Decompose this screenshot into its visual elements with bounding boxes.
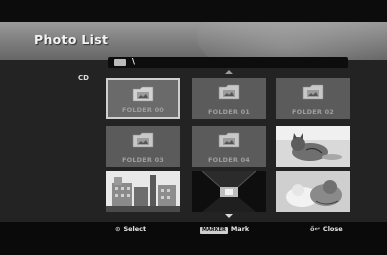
folder-icon	[218, 132, 240, 148]
folder-tile-03[interactable]: FOLDER 03	[106, 126, 180, 167]
photo-thumbnail-building[interactable]	[106, 171, 180, 212]
thumbnail-grid: FOLDER 00 FOLDER 01 FOLDER 02 FOLDER 03 …	[106, 78, 352, 216]
select-label: Select	[123, 225, 147, 233]
folder-label: FOLDER 04	[207, 156, 251, 164]
scroll-down-icon[interactable]	[225, 214, 233, 218]
folder-tile-04[interactable]: FOLDER 04	[192, 126, 266, 167]
folder-label: FOLDER 01	[207, 108, 251, 116]
return-icon: ő↩	[310, 225, 320, 233]
folder-icon	[132, 132, 154, 148]
select-icon: ⊙	[115, 225, 121, 233]
folder-label: FOLDER 00	[121, 106, 165, 114]
photo-list-screen: Photo List CD \ FOLDER 00 FOLDER 01 FOLD…	[0, 0, 387, 255]
tunnel-photo-image	[192, 171, 266, 212]
path-text: \	[132, 57, 135, 66]
folder-tile-00[interactable]: FOLDER 00	[106, 78, 180, 119]
mark-label: Mark	[230, 225, 250, 233]
scroll-up-icon[interactable]	[225, 70, 233, 74]
page-title: Photo List	[34, 32, 109, 47]
building-photo-image	[106, 171, 180, 212]
folder-icon	[218, 84, 240, 100]
title-bar: Photo List	[0, 22, 387, 60]
marker-button-icon: MARKER	[200, 227, 228, 234]
top-letterbox	[0, 0, 387, 22]
footer-bar: ⊙ Select MARKER Mark ő↩ Close	[0, 222, 387, 255]
media-label: CD	[78, 74, 89, 82]
folder-path-icon	[114, 59, 126, 66]
kitten-photo-image	[276, 126, 350, 167]
path-bar: \	[108, 57, 348, 68]
close-hint: ő↩ Close	[310, 225, 343, 233]
folder-icon	[132, 86, 154, 102]
folder-icon	[302, 84, 324, 100]
photo-thumbnail-kitten[interactable]	[276, 126, 350, 167]
close-label: Close	[322, 225, 343, 233]
title-decoration	[197, 22, 387, 60]
folder-label: FOLDER 02	[291, 108, 335, 116]
cats-photo-image	[276, 171, 350, 212]
photo-thumbnail-tunnel[interactable]	[192, 171, 266, 212]
folder-label: FOLDER 03	[121, 156, 165, 164]
photo-thumbnail-cats[interactable]	[276, 171, 350, 212]
folder-tile-01[interactable]: FOLDER 01	[192, 78, 266, 119]
mark-hint: MARKER Mark	[200, 225, 249, 234]
folder-tile-02[interactable]: FOLDER 02	[276, 78, 350, 119]
select-hint: ⊙ Select	[115, 225, 146, 233]
